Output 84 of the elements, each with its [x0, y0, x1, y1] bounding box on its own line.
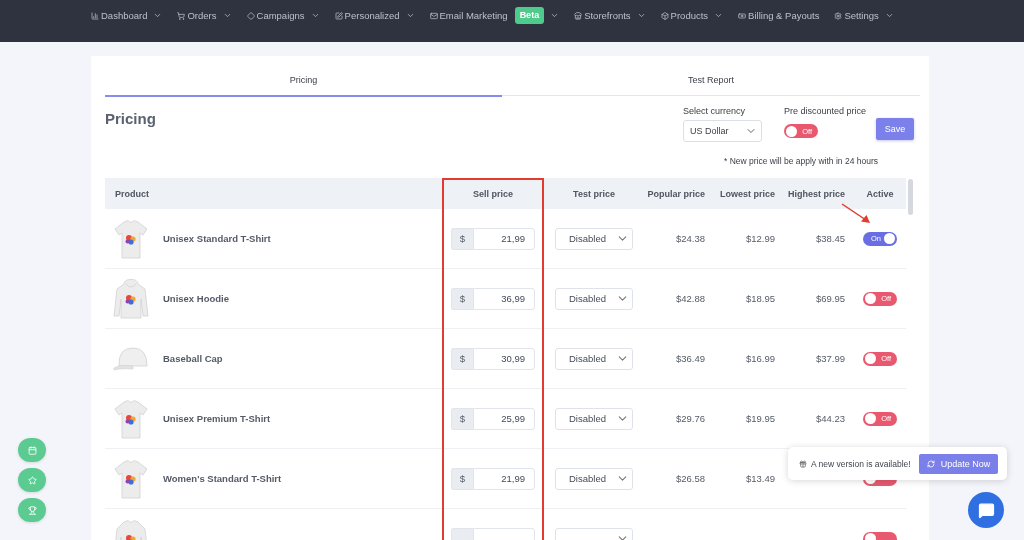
sell-price-input[interactable]: 21,99 — [473, 227, 535, 250]
price-text: $18.95 — [745, 293, 775, 304]
currency-select[interactable]: US Dollar — [683, 120, 762, 142]
test-price-select[interactable]: Disabled — [555, 407, 633, 430]
sell-price-input[interactable]: 25,99 — [473, 407, 535, 430]
product-name: Unisex Premium T-Shirt — [163, 413, 271, 424]
banknote-icon — [738, 11, 747, 20]
nav-menu-item[interactable]: Settings — [834, 10, 894, 21]
beta-badge: Beta — [514, 7, 545, 24]
test-price-select[interactable]: Disabled — [555, 287, 633, 310]
product-name: Unisex Standard T-Shirt — [163, 233, 271, 244]
envelope-icon — [429, 11, 438, 20]
column-header: Active — [866, 188, 894, 199]
price-text: $24.38 — [675, 233, 705, 244]
price-text: $69.95 — [815, 293, 845, 304]
shortcut-button[interactable] — [18, 468, 46, 492]
column-header: Lowest price — [720, 188, 775, 199]
notification-text: A new version is available! — [811, 458, 911, 469]
edit-icon — [334, 11, 343, 20]
tshirt-picture — [113, 458, 149, 499]
currency-prefix: $ — [451, 467, 473, 490]
page-title: Pricing — [105, 110, 156, 127]
box-icon — [660, 11, 669, 20]
test-price-select[interactable]: Disabled — [555, 347, 633, 370]
bar-chart-icon — [91, 11, 99, 20]
tshirt-picture — [113, 398, 149, 439]
chat-icon — [977, 501, 995, 519]
tab[interactable]: Test Report — [502, 56, 920, 97]
tshirt-picture — [113, 218, 149, 259]
tab[interactable]: Pricing — [105, 56, 502, 97]
product-name: Unisex Hoodie — [163, 293, 229, 304]
price-text: $26.58 — [675, 473, 705, 484]
price-text: $16.99 — [745, 353, 775, 364]
currency-prefix: $ — [451, 227, 473, 250]
product-name: Women's Standard T-Shirt — [163, 473, 282, 484]
column-header: Highest price — [788, 188, 845, 199]
nav-menu-item[interactable]: Billing & Payouts — [738, 10, 820, 21]
currency-prefix: $ — [451, 287, 473, 310]
price-text: $19.95 — [745, 413, 775, 424]
test-price-select[interactable]: Disabled — [555, 227, 633, 250]
refresh-icon — [926, 459, 935, 468]
hoodie-picture — [113, 278, 149, 319]
gift-icon — [799, 459, 807, 468]
nav-menu-item[interactable]: Dashboard — [91, 10, 163, 21]
price-text: $44.23 — [815, 413, 845, 424]
sell-price-input[interactable]: 30,99 — [473, 347, 535, 370]
settings-icon — [834, 11, 843, 20]
chat-button[interactable] — [968, 492, 1004, 528]
test-price-select[interactable]: Disabled — [555, 467, 633, 490]
currency-prefix: $ — [451, 347, 473, 370]
price-text: $37.99 — [815, 353, 845, 364]
nav-menu-item[interactable]: Products — [660, 10, 724, 21]
nav-menu-item[interactable]: Orders — [177, 10, 232, 21]
cart-icon — [177, 11, 186, 20]
annotation-arrow — [841, 203, 871, 225]
field-label: Select currency — [683, 106, 746, 117]
nav-menu-item[interactable]: Email Marketing Beta — [429, 7, 560, 24]
scrollbar-thumb[interactable] — [908, 179, 913, 215]
store-icon — [574, 11, 583, 20]
price-text: $12.99 — [745, 233, 775, 244]
calendar-icon — [27, 445, 37, 455]
trophy-icon — [27, 505, 37, 515]
nav-menu-item[interactable]: Storefronts — [574, 10, 646, 21]
price-text: $42.88 — [675, 293, 705, 304]
price-text: $13.49 — [745, 473, 775, 484]
star-icon — [27, 475, 37, 485]
column-header: Test price — [573, 188, 615, 199]
sell-price-input[interactable]: 21,99 — [473, 467, 535, 490]
currency-prefix: $ — [451, 407, 473, 430]
shortcut-button[interactable] — [18, 498, 46, 522]
diamond-icon — [246, 11, 255, 20]
shortcut-button[interactable] — [18, 438, 46, 462]
nav-menu-item[interactable]: Personalized — [334, 10, 415, 21]
field-label: Pre discounted price — [784, 106, 867, 117]
nav-menu-item[interactable]: Campaigns — [246, 10, 320, 21]
column-header: Sell price — [473, 188, 513, 199]
column-header: Popular price — [647, 188, 705, 199]
note-text: * New price will be apply with in 24 hours — [723, 156, 878, 166]
price-text: $29.76 — [675, 413, 705, 424]
product-name: Baseball Cap — [163, 353, 223, 364]
column-header: Product — [115, 188, 149, 199]
sell-price-input[interactable]: 36,99 — [473, 287, 535, 310]
price-text: $38.45 — [815, 233, 845, 244]
price-text: $36.49 — [675, 353, 705, 364]
